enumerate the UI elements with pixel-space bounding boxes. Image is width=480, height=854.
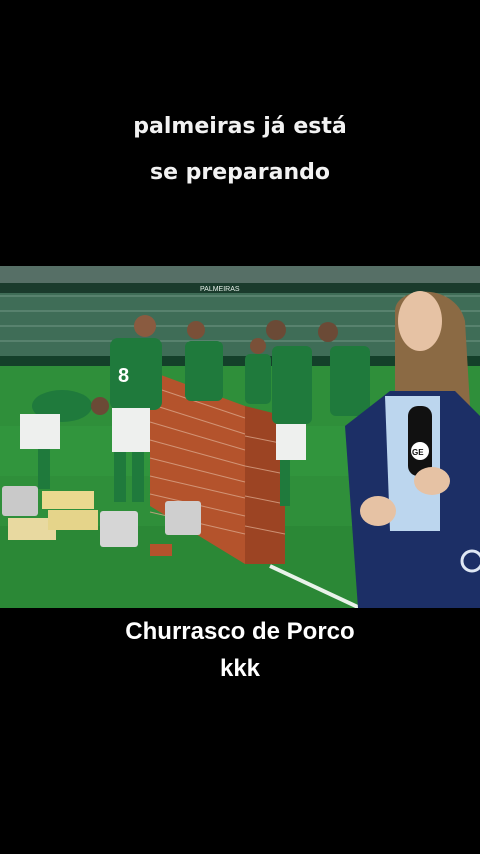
microphone xyxy=(408,406,432,476)
video-frame: PALMEIRAS 8 GE xyxy=(0,266,480,608)
caption-bottom-line2: kkk xyxy=(219,655,261,682)
caption-top-line2: se preparando xyxy=(149,160,330,185)
caption-bottom-line1: Churrasco de Porco xyxy=(125,618,355,645)
caption-top-line1: palmeiras já está xyxy=(133,114,347,139)
ad-board-text: PALMEIRAS xyxy=(200,286,240,293)
svg-text:GE: GE xyxy=(412,448,424,457)
jersey-number: 8 xyxy=(118,365,129,387)
ad-board xyxy=(0,283,480,293)
loose-brick xyxy=(150,544,172,556)
